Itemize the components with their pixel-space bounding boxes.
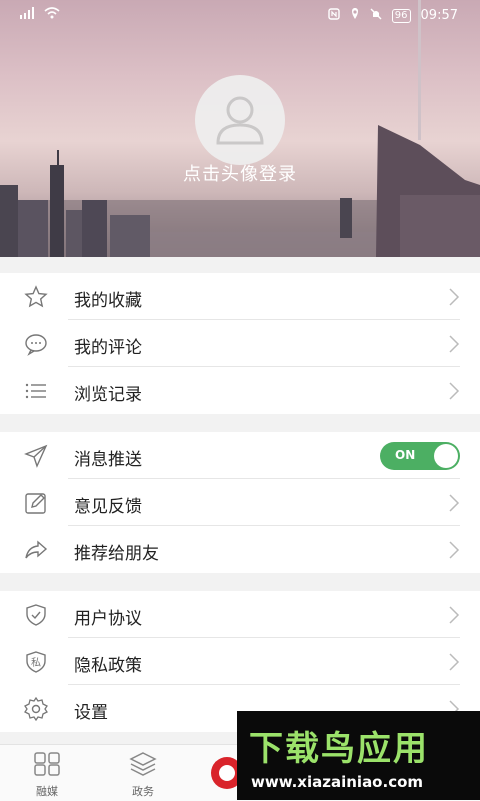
signal-icon [20, 7, 36, 23]
menu-item-user-agreement[interactable]: 用户协议 [0, 591, 480, 638]
menu-item-label: 浏览记录 [74, 385, 142, 405]
toggle-knob [434, 444, 458, 468]
profile-header: 96 09:57 点击头像登录 [0, 0, 480, 257]
mute-icon [370, 8, 382, 24]
menu-item-label: 我的收藏 [74, 291, 142, 311]
send-icon [24, 444, 48, 468]
comment-icon [25, 334, 47, 356]
menu-item-label: 隐私政策 [74, 656, 142, 676]
nav-label: 政务 [132, 785, 154, 798]
layers-icon [129, 752, 157, 776]
chevron-right-icon [449, 335, 460, 353]
menu-item-feedback[interactable]: 意见反馈 [0, 479, 480, 526]
location-icon [350, 7, 360, 24]
status-bar: 96 09:57 [0, 0, 480, 30]
grid-icon [34, 752, 60, 776]
list-icon [25, 383, 46, 399]
push-toggle[interactable]: ON [380, 442, 460, 470]
app-logo-icon [211, 757, 243, 789]
chevron-right-icon [449, 288, 460, 306]
toggle-state-label: ON [395, 448, 416, 462]
clock: 09:57 [420, 8, 458, 23]
watermark-title: 下载鸟应用 [249, 729, 429, 769]
menu-item-privacy-policy[interactable]: 私 隐私政策 [0, 638, 480, 685]
shield-check-icon [26, 604, 46, 626]
menu-item-label: 推荐给朋友 [74, 544, 159, 564]
login-prompt[interactable]: 点击头像登录 [0, 160, 480, 186]
nav-item-media[interactable]: 融媒 [12, 751, 82, 799]
menu-item-label: 消息推送 [74, 450, 142, 470]
watermark-url: www.xiazainiao.com [251, 773, 424, 791]
menu-item-label: 设置 [74, 703, 108, 723]
star-icon [24, 285, 48, 308]
menu-item-label: 用户协议 [74, 609, 142, 629]
menu-item-favorites[interactable]: 我的收藏 [0, 273, 480, 320]
gear-icon [24, 697, 48, 721]
share-icon [25, 540, 48, 559]
wifi-icon [44, 7, 60, 23]
menu-item-comments[interactable]: 我的评论 [0, 320, 480, 367]
menu-item-share[interactable]: 推荐给朋友 [0, 526, 480, 573]
menu-group-personal: 我的收藏 我的评论 浏览记录 [0, 273, 480, 414]
chevron-right-icon [449, 494, 460, 512]
chevron-right-icon [449, 606, 460, 624]
menu-item-label: 我的评论 [74, 338, 142, 358]
watermark-banner: 下载鸟应用 www.xiazainiao.com [237, 711, 480, 800]
privacy-icon-char: 私 [31, 657, 41, 669]
user-icon [216, 96, 264, 145]
nfc-icon [328, 7, 340, 24]
avatar[interactable] [195, 75, 285, 165]
privacy-shield-icon: 私 [26, 651, 46, 673]
menu-item-label: 意见反馈 [74, 497, 142, 517]
menu-item-push-notifications[interactable]: 消息推送 ON [0, 432, 480, 479]
nav-item-government[interactable]: 政务 [108, 751, 178, 799]
battery-indicator: 96 [391, 8, 411, 23]
nav-item-center-logo[interactable] [207, 751, 243, 795]
chevron-right-icon [449, 382, 460, 400]
chevron-right-icon [449, 541, 460, 559]
nav-label: 融媒 [36, 785, 58, 798]
menu-item-history[interactable]: 浏览记录 [0, 367, 480, 414]
chevron-right-icon [449, 653, 460, 671]
menu-group-interaction: 消息推送 ON 意见反馈 推荐给朋友 [0, 432, 480, 573]
edit-icon [25, 493, 46, 514]
